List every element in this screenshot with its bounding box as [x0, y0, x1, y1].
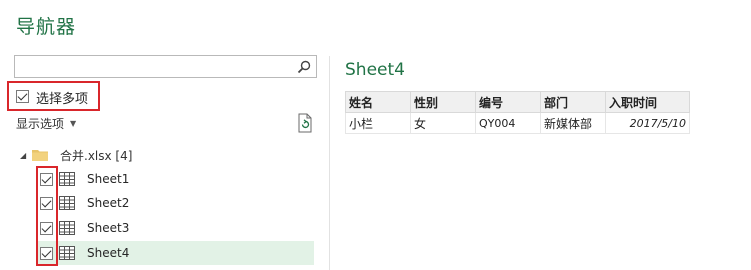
table-icon	[59, 172, 75, 186]
table-cell: 2017/5/10	[605, 112, 690, 134]
column-header: 部门	[540, 91, 606, 113]
table-cell: 新媒体部	[540, 112, 606, 134]
panel-divider[interactable]	[329, 56, 330, 270]
chevron-down-icon: ▼	[70, 119, 77, 128]
select-multiple-label[interactable]: 选择多项	[36, 88, 88, 107]
table-cell: QY004	[475, 112, 541, 134]
column-header: 姓名	[345, 91, 411, 113]
navigator-title: 导航器	[16, 16, 77, 38]
checkbox-column-highlight	[36, 166, 58, 266]
sheet-label: Sheet3	[87, 221, 130, 235]
search-box[interactable]	[14, 55, 317, 78]
sheet-label: Sheet1	[87, 172, 130, 186]
display-options-dropdown[interactable]: 显示选项 ▼	[16, 115, 76, 132]
table-header-row: 姓名 性别 编号 部门 入职时间	[345, 91, 690, 113]
table-row: 小栏 女 QY004 新媒体部 2017/5/10	[345, 112, 690, 134]
tree-item-sheet2[interactable]: Sheet2	[36, 191, 314, 215]
search-icon[interactable]	[292, 56, 316, 77]
table-icon	[59, 246, 75, 260]
tree-root-label: 合并.xlsx [4]	[60, 148, 133, 163]
preview-title: Sheet4	[345, 60, 405, 80]
expand-arrow-icon[interactable]: ◢	[20, 151, 32, 160]
search-input[interactable]	[15, 56, 290, 78]
tree-root-file[interactable]: ◢ 合并.xlsx [4]	[20, 145, 132, 165]
tree-item-sheet3[interactable]: Sheet3	[36, 216, 314, 240]
tree-item-sheet4[interactable]: Sheet4	[36, 241, 314, 265]
column-header: 性别	[410, 91, 476, 113]
sheet-label: Sheet2	[87, 196, 130, 210]
table-icon	[59, 196, 75, 210]
table-icon	[59, 221, 75, 235]
column-header: 编号	[475, 91, 541, 113]
folder-icon	[32, 150, 48, 161]
select-multiple-highlight: 选择多项	[7, 81, 100, 111]
column-header: 入职时间	[605, 91, 690, 113]
select-multiple-checkbox[interactable]	[16, 90, 29, 103]
preview-table: 姓名 性别 编号 部门 入职时间 小栏 女 QY004 新媒体部 2017/5/…	[345, 91, 690, 134]
tree-item-sheet1[interactable]: Sheet1	[36, 167, 314, 191]
sheet-label: Sheet4	[87, 246, 130, 260]
table-cell: 小栏	[345, 112, 411, 134]
display-options-label: 显示选项	[16, 117, 65, 131]
table-cell: 女	[410, 112, 476, 134]
refresh-icon[interactable]	[296, 113, 314, 133]
